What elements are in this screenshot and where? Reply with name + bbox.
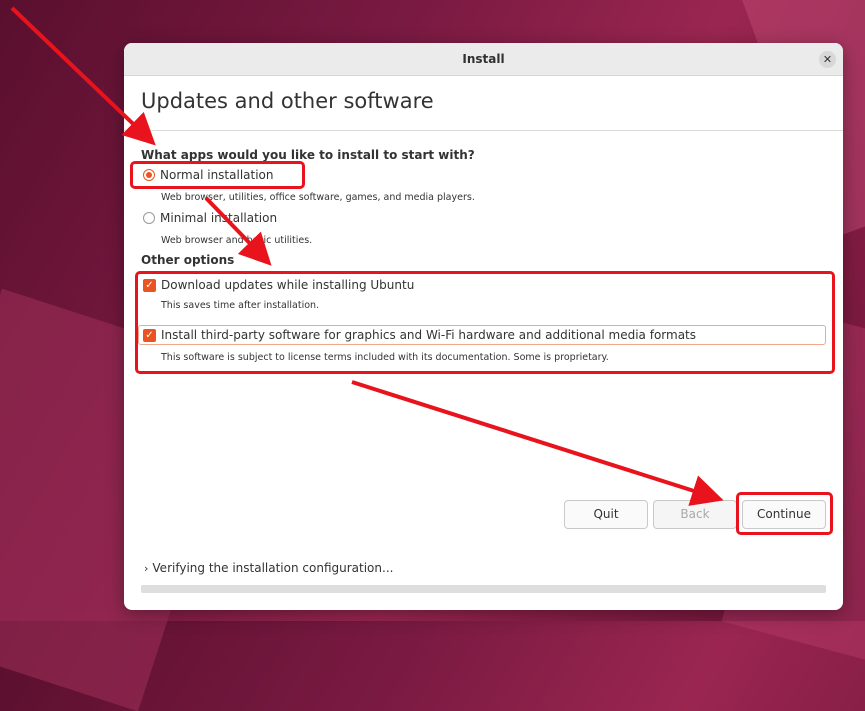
window-title: Install [462,52,505,66]
title-bar: Install ✕ [124,43,843,76]
progress-bar [141,585,826,593]
chevron-right-icon: › [144,562,149,575]
status-text: Verifying the installation configuration… [152,561,394,575]
annotation-box-other-options [135,271,835,374]
radio-unselected-icon[interactable] [143,212,155,224]
normal-installation-description: Web browser, utilities, office software,… [161,192,475,203]
divider [124,130,843,131]
minimal-installation-description: Web browser and basic utilities. [161,235,313,246]
page-title: Updates and other software [141,89,434,113]
minimal-installation-radio[interactable]: Minimal installation [143,209,277,227]
minimal-installation-label: Minimal installation [160,211,278,225]
annotation-box-continue [736,492,833,535]
back-button[interactable]: Back [653,500,737,529]
close-icon[interactable]: ✕ [819,51,836,68]
annotation-box-normal-installation [130,161,305,189]
install-type-heading: What apps would you like to install to s… [141,148,475,162]
quit-button[interactable]: Quit [564,500,648,529]
other-options-heading: Other options [141,253,235,267]
status-expander[interactable]: › Verifying the installation configuratio… [144,561,393,575]
